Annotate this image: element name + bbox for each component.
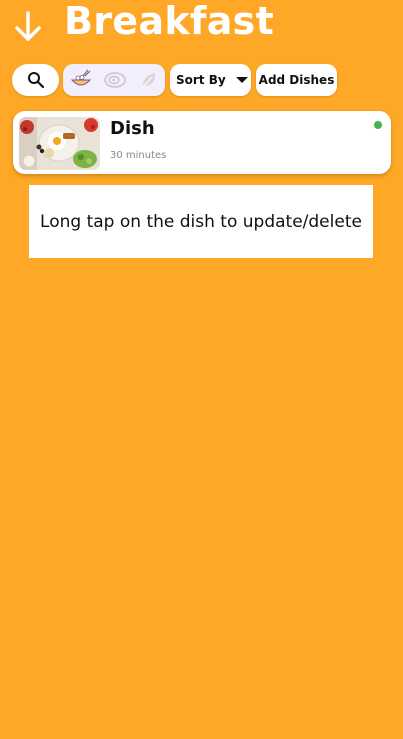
sort-by-button[interactable]: Sort By bbox=[170, 64, 251, 96]
dish-name: Dish bbox=[110, 118, 155, 139]
search-button[interactable] bbox=[12, 64, 59, 96]
filter-group bbox=[63, 64, 165, 96]
status-dot bbox=[374, 121, 382, 129]
sort-by-label: Sort By bbox=[176, 73, 226, 87]
app-header: Breakfast bbox=[0, 0, 403, 56]
page-title: Breakfast bbox=[64, 0, 275, 43]
search-icon bbox=[27, 72, 44, 89]
meat-icon[interactable] bbox=[103, 68, 127, 92]
add-dishes-label: Add Dishes bbox=[258, 73, 335, 87]
toolbar: Sort By Add Dishes bbox=[0, 63, 403, 97]
dish-time: 30 minutes bbox=[110, 150, 167, 161]
add-dishes-button[interactable]: Add Dishes bbox=[256, 64, 337, 96]
hint-text: Long tap on the dish to update/delete bbox=[40, 211, 362, 232]
bowl-icon[interactable] bbox=[69, 68, 93, 92]
leaf-icon[interactable] bbox=[137, 68, 161, 92]
dish-image bbox=[19, 117, 100, 170]
dish-card[interactable]: Dish 30 minutes bbox=[13, 111, 391, 174]
caret-down-icon bbox=[235, 77, 248, 83]
hint-box: Long tap on the dish to update/delete bbox=[29, 185, 373, 258]
arrow-down-icon[interactable] bbox=[12, 10, 44, 44]
